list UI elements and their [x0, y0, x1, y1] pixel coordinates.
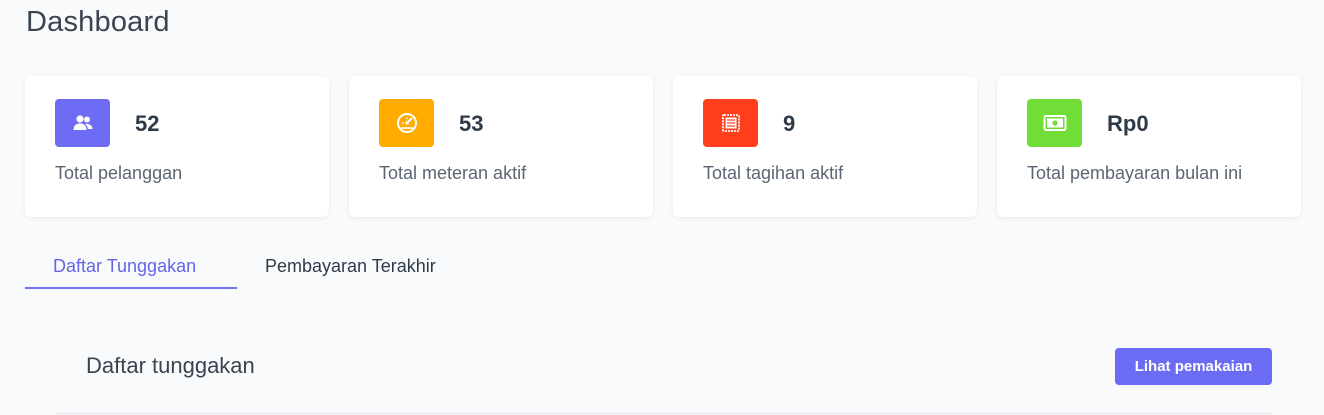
- money-icon: [1027, 99, 1082, 147]
- stat-card-meteran: 53 Total meteran aktif: [349, 76, 653, 217]
- stats-row: 52 Total pelanggan 53 Total meteran akti…: [25, 76, 1301, 217]
- users-icon: [55, 99, 110, 147]
- tab-daftar-tunggakan[interactable]: Daftar Tunggakan: [25, 246, 237, 289]
- stat-label: Total pembayaran bulan ini: [1027, 163, 1243, 183]
- stat-card-tagihan: 9 Total tagihan aktif: [673, 76, 977, 217]
- tab-pembayaran-terakhir[interactable]: Pembayaran Terakhir: [237, 246, 464, 289]
- page-title: Dashboard: [26, 6, 170, 38]
- stat-value: 52: [135, 111, 160, 136]
- panel-title: Daftar tunggakan: [86, 353, 255, 378]
- stat-value: 53: [459, 111, 484, 136]
- stat-card-pembayaran: Rp0 Total pembayaran bulan ini: [997, 76, 1301, 217]
- tab-bar: Daftar Tunggakan Pembayaran Terakhir: [25, 246, 464, 289]
- lihat-pemakaian-button[interactable]: Lihat pemakaian: [1115, 348, 1272, 385]
- stat-label: Total pelanggan: [55, 163, 183, 183]
- stat-value: Rp0: [1107, 111, 1149, 136]
- gauge-icon: [379, 99, 434, 147]
- divider: [55, 413, 1272, 414]
- stat-label: Total meteran aktif: [379, 163, 527, 183]
- stat-card-pelanggan: 52 Total pelanggan: [25, 76, 329, 217]
- stat-label: Total tagihan aktif: [703, 163, 844, 183]
- receipt-icon: [703, 99, 758, 147]
- stat-value: 9: [783, 111, 796, 136]
